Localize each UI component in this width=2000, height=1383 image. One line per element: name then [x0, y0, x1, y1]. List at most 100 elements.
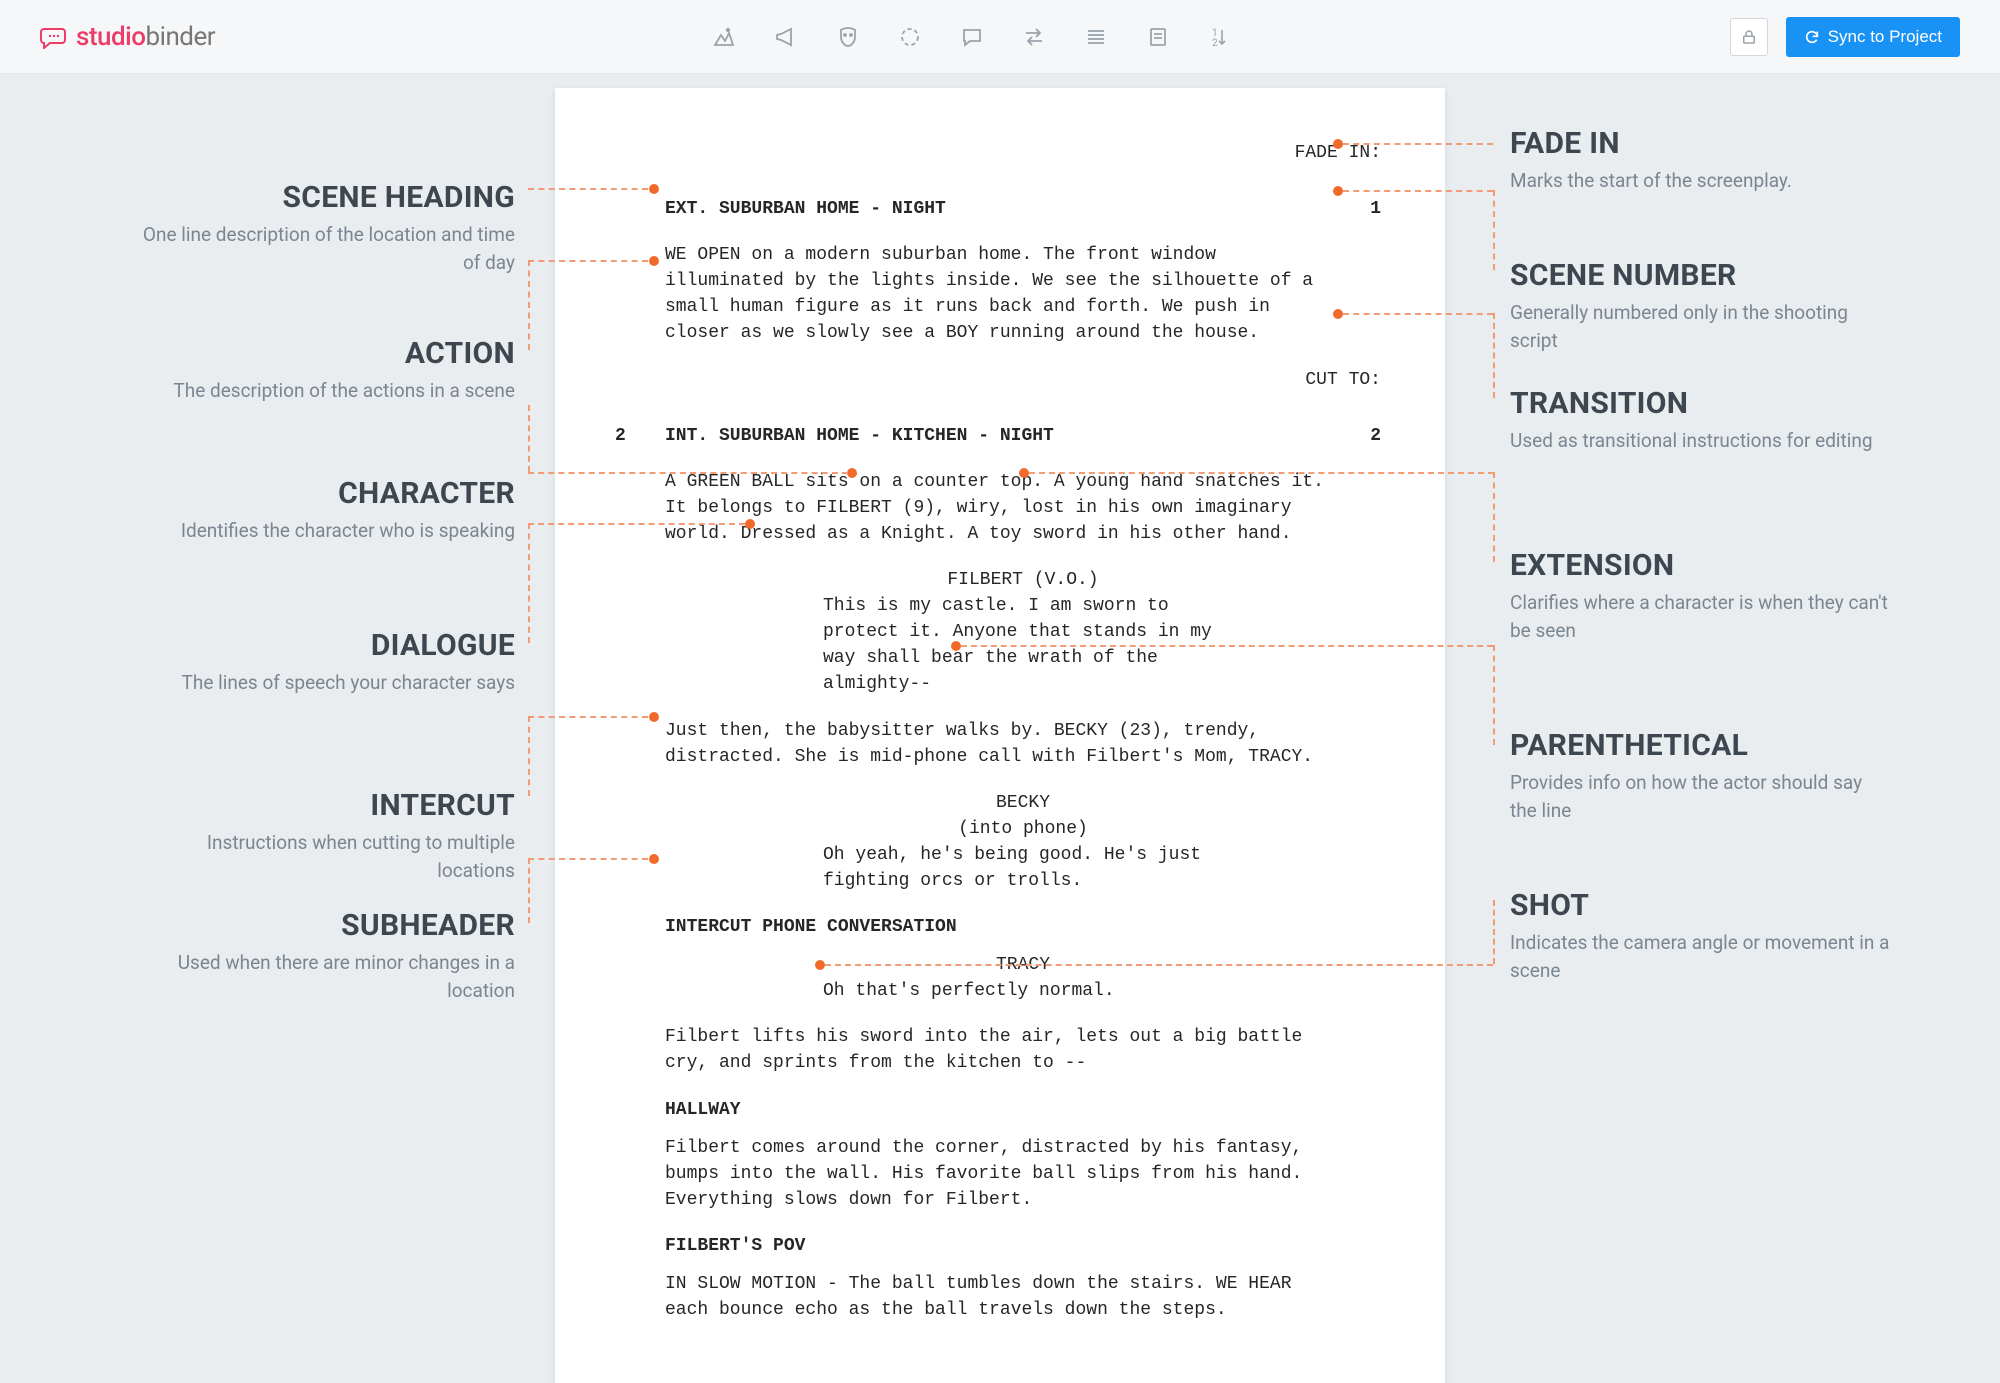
callout-scene-heading: SCENE HEADING One line description of th…: [135, 180, 515, 276]
toolbar: studiobinder 12 Sync to Project: [0, 0, 2000, 74]
mask-icon[interactable]: [836, 25, 860, 49]
logo-text: studiobinder: [76, 22, 215, 52]
callout-title: SUBHEADER: [135, 908, 515, 943]
callout-desc: Indicates the camera angle or movement i…: [1510, 929, 1890, 984]
dot: [745, 519, 755, 529]
callout-desc: Marks the start of the screenplay.: [1510, 167, 1890, 195]
leader: [528, 472, 848, 474]
toolbar-right: Sync to Project: [1730, 17, 1960, 57]
leader: [528, 188, 648, 190]
dot: [847, 468, 857, 478]
scene-num-2-left: 2: [615, 423, 626, 449]
callout-title: PARENTHETICAL: [1510, 728, 1890, 763]
callout-title: ACTION: [135, 336, 515, 371]
leader: [1343, 143, 1493, 145]
callout-title: SCENE HEADING: [135, 180, 515, 215]
mountain-icon[interactable]: [712, 25, 736, 49]
leader: [528, 716, 648, 718]
character-becky: BECKY: [823, 790, 1223, 816]
leader: [1493, 313, 1495, 398]
callout-desc: The lines of speech your character says: [135, 669, 515, 697]
callout-desc: Generally numbered only in the shooting …: [1510, 299, 1890, 354]
callout-desc: Instructions when cutting to multiple lo…: [135, 829, 515, 884]
fade-in: FADE IN:: [665, 140, 1381, 166]
callout-desc: One line description of the location and…: [135, 221, 515, 276]
leader: [1493, 190, 1495, 270]
leader: [825, 964, 1493, 966]
character-filbert: FILBERT (V.O.): [823, 567, 1223, 593]
dot: [1019, 468, 1029, 478]
logo-icon: [40, 25, 68, 49]
leader: [1493, 900, 1495, 964]
callout-desc: Provides info on how the actor should sa…: [1510, 769, 1890, 824]
scene-heading-2-text: INT. SUBURBAN HOME - KITCHEN - NIGHT: [665, 426, 1054, 446]
leader: [1343, 190, 1493, 192]
subheader-hallway: HALLWAY: [665, 1097, 1381, 1123]
action-1: WE OPEN on a modern suburban home. The f…: [665, 242, 1345, 346]
callout-desc: Identifies the character who is speaking: [135, 517, 515, 545]
action-2c: Filbert lifts his sword into the air, le…: [665, 1024, 1345, 1076]
scene-heading-2: 2 INT. SUBURBAN HOME - KITCHEN - NIGHT 2: [665, 423, 1381, 449]
dot: [649, 712, 659, 722]
scene-num-2-right: 2: [1370, 423, 1381, 449]
dot: [1333, 186, 1343, 196]
callout-action: ACTION The description of the actions in…: [135, 336, 515, 405]
megaphone-icon[interactable]: [774, 25, 798, 49]
refresh-icon: [1804, 29, 1820, 45]
dialogue-2: Oh yeah, he's being good. He's just figh…: [823, 842, 1223, 894]
scene-heading-1-text: EXT. SUBURBAN HOME - NIGHT: [665, 199, 946, 219]
scene-num-1-right: 1: [1370, 196, 1381, 222]
callout-extension: EXTENSION Clarifies where a character is…: [1510, 548, 1890, 644]
sync-button[interactable]: Sync to Project: [1786, 17, 1960, 57]
callout-shot: SHOT Indicates the camera angle or movem…: [1510, 888, 1890, 984]
circle-dashed-icon[interactable]: [898, 25, 922, 49]
action-2e: IN SLOW MOTION - The ball tumbles down t…: [665, 1271, 1345, 1323]
callout-subheader: SUBHEADER Used when there are minor chan…: [135, 908, 515, 1004]
lock-icon: [1740, 28, 1758, 46]
leader: [528, 716, 530, 796]
callout-title: SCENE NUMBER: [1510, 258, 1890, 293]
callout-title: EXTENSION: [1510, 548, 1890, 583]
lines-icon[interactable]: [1084, 25, 1108, 49]
callout-title: FADE IN: [1510, 126, 1890, 161]
dot: [649, 256, 659, 266]
logo[interactable]: studiobinder: [40, 22, 215, 52]
callout-transition: TRANSITION Used as transitional instruct…: [1510, 386, 1890, 455]
leader: [528, 858, 648, 860]
callout-dialogue: DIALOGUE The lines of speech your charac…: [135, 628, 515, 697]
action-2d: Filbert comes around the corner, distrac…: [665, 1135, 1345, 1213]
note-icon[interactable]: [1146, 25, 1170, 49]
callout-title: CHARACTER: [135, 476, 515, 511]
subheader-pov: FILBERT'S POV: [665, 1233, 1381, 1259]
leader: [1343, 313, 1493, 315]
callout-parenthetical: PARENTHETICAL Provides info on how the a…: [1510, 728, 1890, 824]
toolbar-center: 12: [215, 25, 1730, 49]
intercut: INTERCUT PHONE CONVERSATION: [665, 914, 1381, 940]
callout-character: CHARACTER Identifies the character who i…: [135, 476, 515, 545]
script-page: FADE IN: EXT. SUBURBAN HOME - NIGHT 1 WE…: [555, 88, 1445, 1383]
leader: [528, 260, 530, 350]
leader: [528, 858, 530, 923]
dot: [649, 854, 659, 864]
transition-cut-to: CUT TO:: [665, 367, 1381, 393]
sync-label: Sync to Project: [1828, 27, 1942, 47]
dot: [1333, 139, 1343, 149]
dot: [951, 641, 961, 651]
leader: [1029, 472, 1494, 474]
parenthetical-1: (into phone): [823, 816, 1223, 842]
dot: [649, 184, 659, 194]
action-2b: Just then, the babysitter walks by. BECK…: [665, 718, 1345, 770]
lock-button[interactable]: [1730, 18, 1768, 56]
callout-title: TRANSITION: [1510, 386, 1890, 421]
callout-scene-number: SCENE NUMBER Generally numbered only in …: [1510, 258, 1890, 354]
callout-title: SHOT: [1510, 888, 1890, 923]
dialogue-3: Oh that's perfectly normal.: [823, 978, 1223, 1004]
callout-desc: Used as transitional instructions for ed…: [1510, 427, 1890, 455]
swap-icon[interactable]: [1022, 25, 1046, 49]
callout-desc: Clarifies where a character is when they…: [1510, 589, 1890, 644]
chat-icon[interactable]: [960, 25, 984, 49]
numbers-icon[interactable]: 12: [1208, 25, 1232, 49]
dot: [1333, 309, 1343, 319]
callout-desc: Used when there are minor changes in a l…: [135, 949, 515, 1004]
leader: [961, 645, 1493, 647]
